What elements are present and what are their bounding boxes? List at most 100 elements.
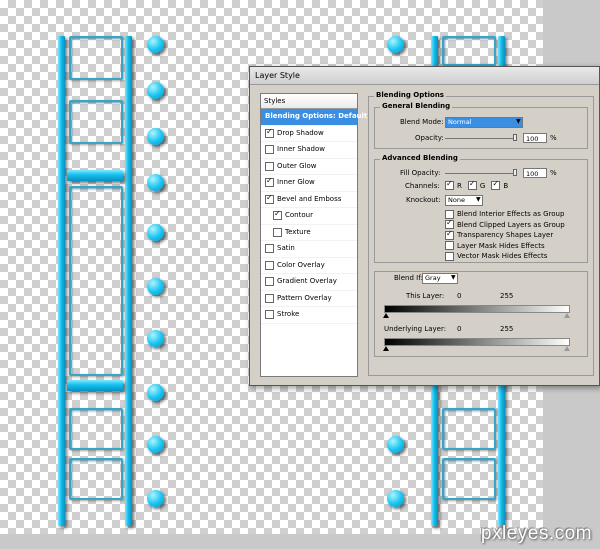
style-checkbox[interactable] xyxy=(273,227,282,237)
style-item[interactable]: Contour xyxy=(261,208,357,225)
advanced-option[interactable]: Transparency Shapes Layer xyxy=(445,229,565,241)
this-layer-max: 255 xyxy=(500,292,514,300)
style-item-label: Pattern Overlay xyxy=(277,293,332,302)
style-checkbox[interactable] xyxy=(265,176,274,188)
film-strip-left-rail xyxy=(58,36,65,526)
sprocket-dot xyxy=(387,36,404,53)
underlying-layer-white-handle[interactable] xyxy=(564,346,570,351)
style-checkbox[interactable] xyxy=(265,277,274,287)
sprocket-dot xyxy=(147,330,164,347)
chevron-down-icon[interactable]: ▼ xyxy=(516,118,521,125)
film-frame-large xyxy=(69,186,123,376)
style-checkbox[interactable] xyxy=(265,293,274,303)
knockout-value: None xyxy=(448,196,465,204)
blend-mode-select[interactable]: Normal xyxy=(445,117,523,128)
style-item-label: Inner Glow xyxy=(277,178,315,186)
style-item[interactable]: Blending Options: Default xyxy=(261,109,367,126)
channel-label: G xyxy=(479,181,486,190)
advanced-option[interactable]: Blend Interior Effects as Group xyxy=(445,209,565,220)
chevron-down-icon[interactable]: ▼ xyxy=(451,274,456,281)
channel-checkbox[interactable] xyxy=(467,179,477,190)
film-frame-bottom-bar xyxy=(67,380,123,391)
chevron-down-icon[interactable]: ▼ xyxy=(476,196,481,203)
style-checkbox[interactable] xyxy=(265,193,274,204)
film-frame xyxy=(442,36,496,66)
opacity-label: Opacity: xyxy=(415,134,444,142)
underlying-layer-label: Underlying Layer: xyxy=(384,325,447,333)
style-item[interactable]: Inner Shadow xyxy=(261,142,357,159)
this-layer-gradient xyxy=(384,305,570,313)
option-label: Blend Interior Effects as Group xyxy=(457,210,565,219)
channel-checkbox[interactable] xyxy=(491,179,501,190)
style-checkbox[interactable] xyxy=(265,127,274,138)
option-checkbox[interactable] xyxy=(445,229,454,240)
blend-if-label: Blend If: xyxy=(394,274,423,282)
style-checkbox[interactable] xyxy=(273,209,282,221)
channel-toggle[interactable]: G xyxy=(467,179,486,190)
style-checkbox[interactable] xyxy=(265,310,274,320)
styles-list: Styles Blending Options: Default Drop Sha… xyxy=(260,93,367,377)
option-label: Layer Mask Hides Effects xyxy=(457,241,545,250)
advanced-option[interactable]: Vector Mask Hides Effects xyxy=(445,251,565,262)
channels-label: Channels: xyxy=(405,182,440,190)
film-frame xyxy=(442,458,496,500)
channel-label: R xyxy=(457,181,462,190)
style-checkbox[interactable] xyxy=(265,260,274,270)
dialog-titlebar[interactable]: Layer Style xyxy=(250,67,599,85)
style-item[interactable]: Stroke xyxy=(261,307,357,324)
knockout-label: Knockout: xyxy=(406,196,441,204)
film-strip-left-rail xyxy=(125,36,132,526)
style-item-label: Outer Glow xyxy=(277,161,317,170)
channel-checkbox[interactable] xyxy=(445,179,454,190)
style-item-label: Stroke xyxy=(277,310,300,318)
watermark-logo: pxleyes.com xyxy=(480,523,592,544)
opacity-input[interactable]: 100 xyxy=(523,133,547,143)
film-frame xyxy=(69,36,123,80)
sprocket-dot xyxy=(147,174,164,191)
advanced-option[interactable]: Blend Clipped Layers as Group xyxy=(445,218,565,231)
style-checkbox[interactable] xyxy=(265,145,274,155)
style-item[interactable]: Gradient Overlay xyxy=(261,274,357,291)
sprocket-dot xyxy=(147,278,164,295)
style-item-label: Drop Shadow xyxy=(277,128,324,137)
option-checkbox[interactable] xyxy=(445,241,454,251)
blend-mode-value: Normal xyxy=(448,118,472,126)
blend-mode-label: Blend Mode: xyxy=(400,118,444,126)
style-item-label: Satin xyxy=(277,244,295,252)
sprocket-dot xyxy=(147,128,164,145)
advanced-option[interactable]: Layer Mask Hides Effects xyxy=(445,241,565,252)
this-layer-min: 0 xyxy=(457,292,462,300)
opacity-slider-handle[interactable] xyxy=(513,134,517,141)
film-frame xyxy=(69,458,123,500)
channel-toggle[interactable]: B xyxy=(491,179,509,190)
this-layer-black-handle[interactable] xyxy=(383,313,389,318)
style-item-label: Texture xyxy=(285,227,311,236)
style-item[interactable]: Satin xyxy=(261,241,357,258)
fill-opacity-slider-track[interactable] xyxy=(445,173,515,174)
style-checkbox[interactable] xyxy=(265,244,274,254)
style-item[interactable]: Outer Glow xyxy=(261,159,357,175)
style-checkbox[interactable] xyxy=(265,161,274,171)
opacity-slider-track[interactable] xyxy=(445,138,515,139)
fill-opacity-input[interactable]: 100 xyxy=(523,168,547,178)
style-item[interactable]: Drop Shadow xyxy=(261,126,357,142)
sprocket-dot xyxy=(147,82,164,99)
film-frame xyxy=(69,408,123,450)
style-item-label: Blending Options: Default xyxy=(265,112,368,120)
style-item[interactable]: Inner Glow xyxy=(261,175,357,192)
option-checkbox[interactable] xyxy=(445,251,454,261)
channel-label: B xyxy=(503,181,509,190)
style-item[interactable]: Texture xyxy=(261,225,357,241)
layer-style-dialog: Layer Style Styles Blending Options: Def… xyxy=(249,66,600,386)
styles-header[interactable]: Styles xyxy=(261,94,357,109)
underlying-layer-black-handle[interactable] xyxy=(383,346,389,351)
channel-toggle[interactable]: R xyxy=(445,179,462,190)
this-layer-white-handle[interactable] xyxy=(564,313,570,318)
fill-opacity-slider-handle[interactable] xyxy=(513,169,517,176)
style-item[interactable]: Color Overlay xyxy=(261,258,357,274)
option-label: Blend Clipped Layers as Group xyxy=(457,220,565,229)
style-item[interactable]: Bevel and Emboss xyxy=(261,192,357,208)
general-blending-title: General Blending xyxy=(380,102,453,110)
style-item[interactable]: Pattern Overlay xyxy=(261,291,357,307)
sprocket-dot xyxy=(387,490,404,507)
